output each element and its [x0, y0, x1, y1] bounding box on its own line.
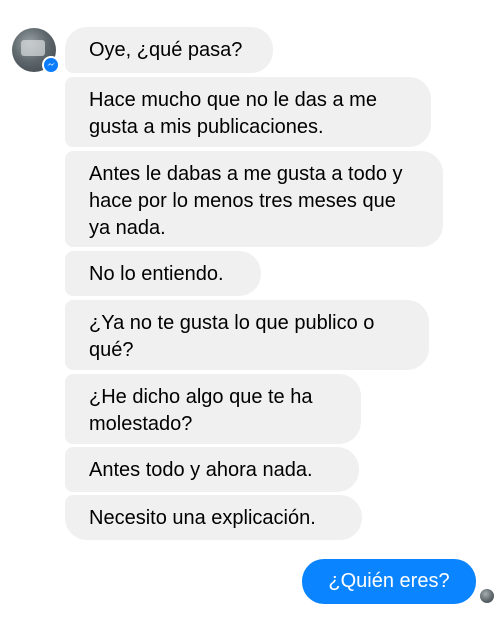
- incoming-message[interactable]: ¿He dicho algo que te ha molestado?: [65, 374, 361, 444]
- incoming-message[interactable]: Antes le dabas a me gusta a todo y hace …: [65, 151, 443, 247]
- seen-indicator-avatar: [480, 589, 494, 603]
- incoming-message[interactable]: Oye, ¿qué pasa?: [65, 27, 273, 73]
- contact-avatar[interactable]: [12, 28, 60, 74]
- avatar-photo: [21, 40, 45, 56]
- incoming-message[interactable]: Antes todo y ahora nada.: [65, 447, 359, 492]
- incoming-message[interactable]: Hace mucho que no le das a me gusta a mi…: [65, 77, 431, 147]
- outgoing-message[interactable]: ¿Quién eres?: [302, 559, 476, 604]
- incoming-message[interactable]: No lo entiendo.: [65, 251, 261, 296]
- incoming-message[interactable]: ¿Ya no te gusta lo que publico o qué?: [65, 300, 429, 370]
- messenger-icon: [42, 56, 60, 74]
- incoming-message[interactable]: Necesito una explicación.: [65, 495, 362, 540]
